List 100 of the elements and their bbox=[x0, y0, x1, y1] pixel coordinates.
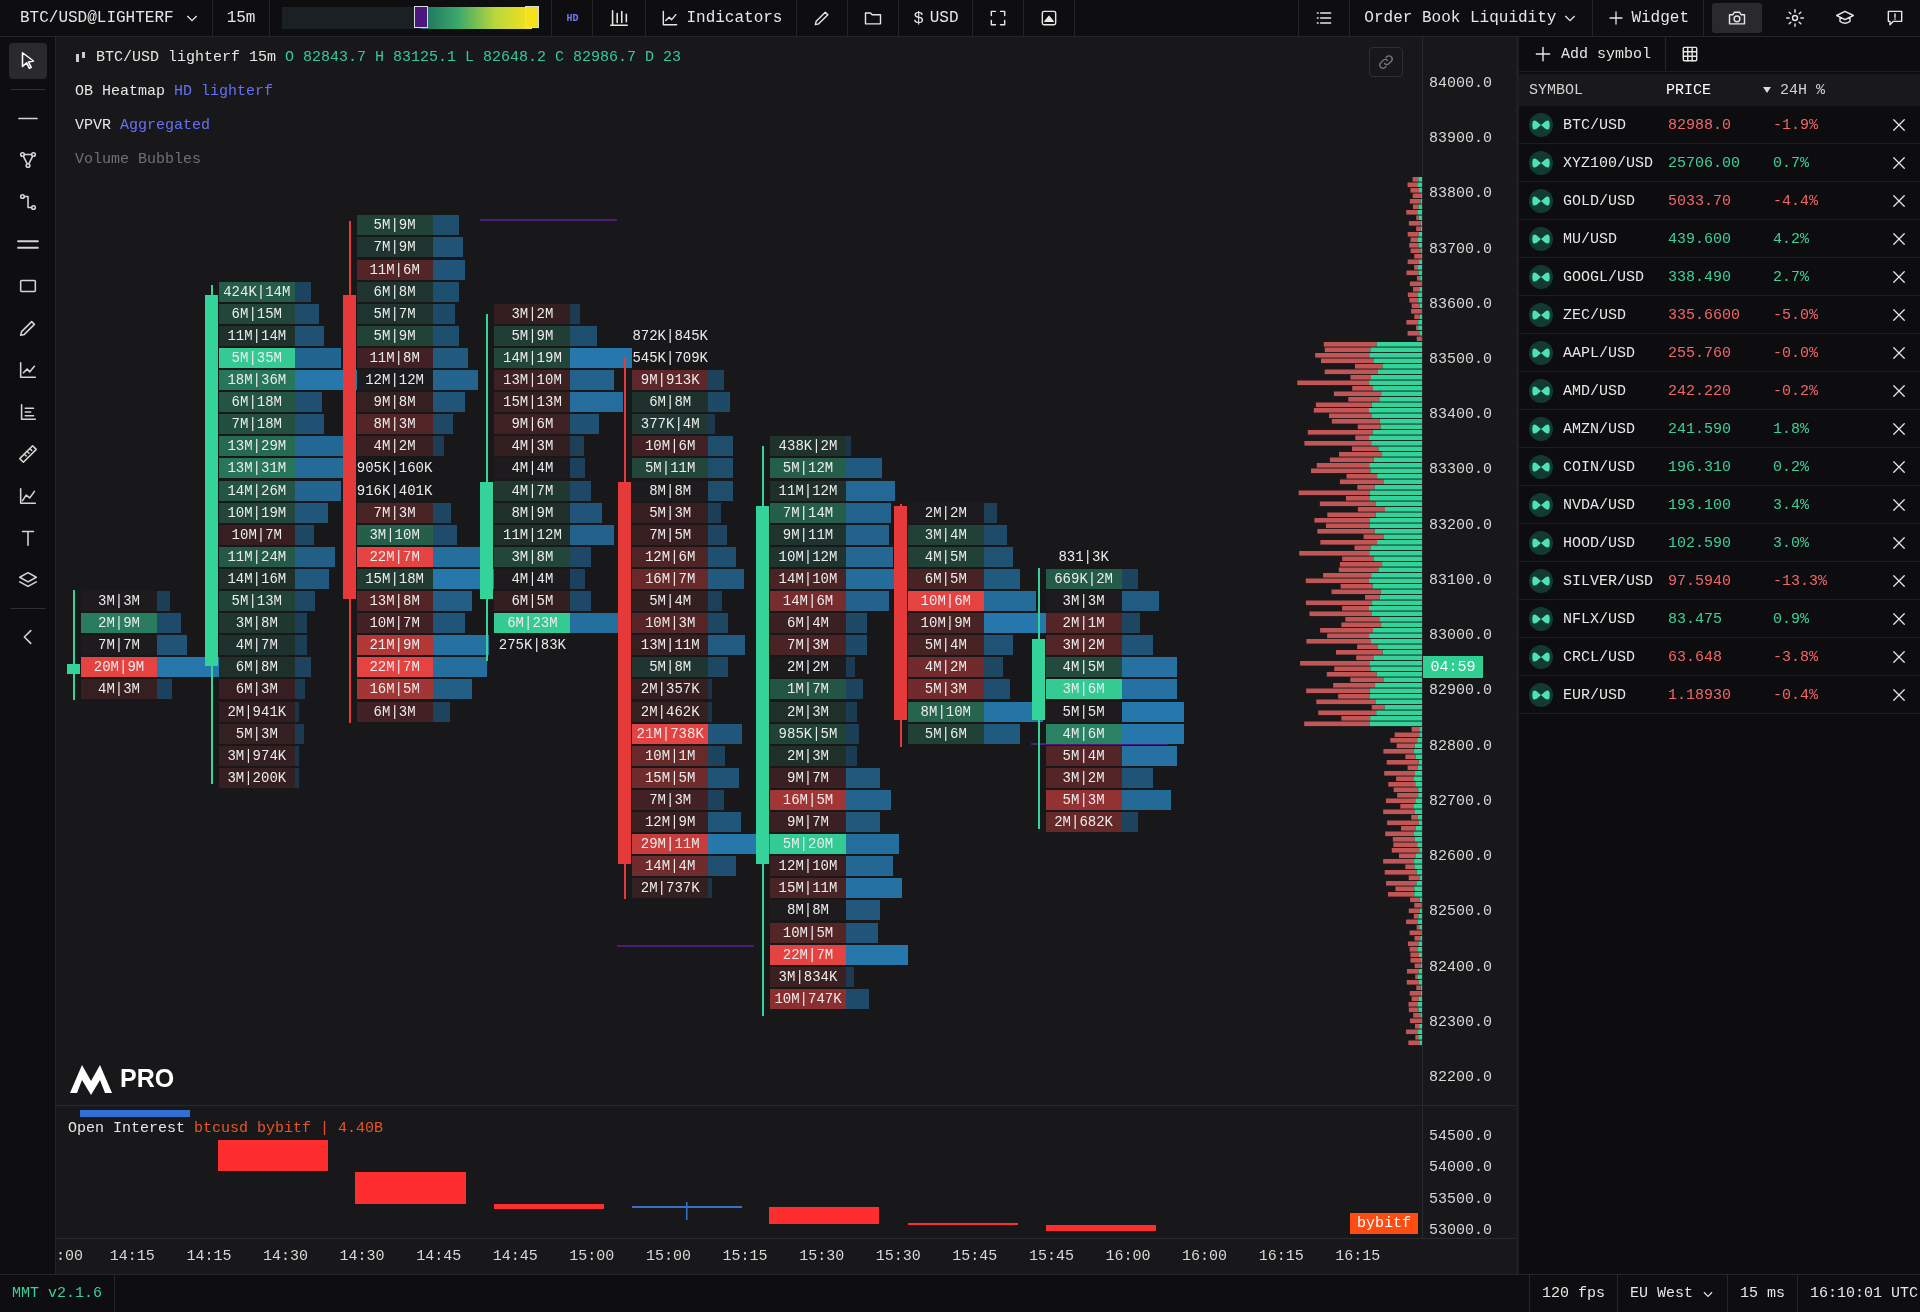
footprint-cell: 29M|11M bbox=[632, 834, 709, 855]
footprint-cell: 5M|3M bbox=[907, 679, 984, 700]
footprint-cell: 15M|18M bbox=[356, 568, 433, 589]
footprint-cell: 4M|2M bbox=[356, 436, 433, 457]
watchlist-row[interactable]: NVDA/USD 193.100 3.4% bbox=[1519, 487, 1920, 524]
footprint-cell: 2M|737K bbox=[632, 878, 709, 899]
watchlist-row[interactable]: ZEC/USD 335.6600 -5.0% bbox=[1519, 297, 1920, 334]
symbol-name: GOLD/USD bbox=[1563, 192, 1636, 210]
price-label: 84000.0 bbox=[1429, 74, 1493, 92]
layout-menu[interactable]: Order Book Liquidity bbox=[1350, 0, 1593, 37]
exchange-tag: bybitf bbox=[1350, 1213, 1419, 1234]
footprint-cell: 4M|7M bbox=[494, 480, 571, 501]
footprint-cell: 3M|974K bbox=[218, 745, 295, 766]
footprint-cell: 4M|6M bbox=[1045, 723, 1122, 744]
footprint-cell: 6M|5M bbox=[907, 568, 984, 589]
footprint-cell: 7M|7M bbox=[81, 635, 157, 656]
indicator-name[interactable]: OB Heatmap bbox=[75, 83, 165, 100]
watchlist-row[interactable]: HOOD/USD 102.590 3.0% bbox=[1519, 525, 1920, 562]
symbol-selector[interactable]: BTC/USD@LIGHTERF bbox=[0, 0, 212, 37]
indicator-name[interactable]: Open Interest bbox=[68, 1120, 186, 1137]
symbol-name: HOOD/USD bbox=[1563, 534, 1636, 552]
interval-selector[interactable]: 15m bbox=[212, 0, 270, 37]
column-header[interactable]: 24H % bbox=[1780, 81, 1825, 99]
widget-button[interactable]: Widget bbox=[1593, 0, 1703, 37]
footprint-cell: 13M|10M bbox=[494, 370, 571, 390]
footprint-cell: 10M|1M bbox=[632, 745, 709, 766]
footprint-cell: 6M|3M bbox=[218, 679, 295, 700]
time-label: 14:15 bbox=[185, 1248, 233, 1265]
time-label: 14:15 bbox=[108, 1248, 156, 1265]
footprint-cell: 14M|10M bbox=[770, 568, 846, 589]
price-label: 54000.0 bbox=[1429, 1159, 1493, 1177]
indicator-source: btcusd bybitf | 4.40B bbox=[194, 1120, 384, 1137]
symbol-name: AMZN/USD bbox=[1563, 420, 1636, 438]
footprint-cell: 10M|747K bbox=[770, 988, 846, 1009]
add-symbol-button[interactable]: Add symbol bbox=[1519, 37, 1666, 71]
footprint-cell: 2M|2M bbox=[770, 657, 846, 678]
time-label: 14:45 bbox=[491, 1248, 539, 1265]
footprint-cell: 3M|10M bbox=[356, 524, 433, 545]
watchlist-row[interactable]: SILVER/USD 97.5940 -13.3% bbox=[1519, 563, 1920, 600]
symbol-name: NFLX/USD bbox=[1563, 610, 1636, 628]
footprint-cell: 3M|3M bbox=[81, 591, 157, 611]
hd-toggle[interactable]: HD bbox=[552, 0, 593, 37]
watchlist-row[interactable]: GOOGL/USD 338.490 2.7% bbox=[1519, 259, 1920, 296]
footprint-cell: 20M|9M bbox=[81, 657, 157, 678]
time-label: 15:30 bbox=[874, 1248, 922, 1265]
latency-label: 15 ms bbox=[1726, 1275, 1797, 1312]
change-value: 0.2% bbox=[1773, 458, 1810, 476]
footprint-cell: 3M|2M bbox=[1045, 767, 1122, 788]
change-value: -1.9% bbox=[1773, 116, 1819, 134]
watchlist-row[interactable]: NFLX/USD 83.475 0.9% bbox=[1519, 601, 1920, 638]
watchlist-row[interactable]: COIN/USD 196.310 0.2% bbox=[1519, 449, 1920, 486]
price-label: 82300.0 bbox=[1429, 1013, 1493, 1031]
watchlist-row[interactable]: AMZN/USD 241.590 1.8% bbox=[1519, 411, 1920, 448]
footprint-cell: 9M|913K bbox=[632, 370, 709, 390]
currency-button[interactable]: $ USD bbox=[899, 0, 973, 37]
watchlist-row[interactable]: AAPL/USD 255.760 -0.0% bbox=[1519, 335, 1920, 372]
watchlist-row[interactable]: EUR/USD 1.18930 -0.4% bbox=[1519, 677, 1920, 714]
price-label: 82500.0 bbox=[1429, 903, 1493, 921]
watchlist-row[interactable]: BTC/USD 82988.0 -1.9% bbox=[1519, 107, 1920, 144]
symbol-name: CRCL/USD bbox=[1563, 648, 1636, 666]
footprint-cell: 13M|11M bbox=[632, 635, 709, 656]
footprint-cell: 4M|4M bbox=[494, 568, 571, 589]
symbol-name: COIN/USD bbox=[1563, 458, 1636, 476]
price-label: 82900.0 bbox=[1429, 682, 1493, 700]
footprint-cell: 377K|4M bbox=[632, 414, 709, 435]
footprint-cell: 14M|16M bbox=[218, 568, 295, 589]
footprint-cell: 4M|5M bbox=[907, 546, 984, 567]
footprint-cell: 8M|9M bbox=[494, 502, 571, 523]
price-label: 83700.0 bbox=[1429, 240, 1493, 258]
fps-label: 120 fps bbox=[1528, 1275, 1617, 1312]
price-label: 83200.0 bbox=[1429, 516, 1493, 534]
footprint-cell: 8M|8M bbox=[770, 900, 846, 921]
indicator-name[interactable]: VPVR bbox=[75, 117, 111, 134]
region-selector[interactable]: EU West bbox=[1616, 1275, 1727, 1312]
column-header[interactable]: SYMBOL bbox=[1529, 81, 1583, 99]
price-value: 25706.00 bbox=[1668, 154, 1741, 172]
watchlist-row[interactable]: MU/USD 439.600 4.2% bbox=[1519, 221, 1920, 258]
price-label: 83300.0 bbox=[1429, 461, 1493, 479]
change-value: -4.4% bbox=[1773, 192, 1819, 210]
footprint-cell: 5M|5M bbox=[1045, 701, 1122, 722]
footprint-cell: 6M|8M bbox=[356, 281, 433, 302]
footprint-cell-text: 916K|401K bbox=[356, 481, 433, 501]
footprint-cell: 2M|2M bbox=[907, 502, 984, 523]
change-value: 1.8% bbox=[1773, 420, 1810, 438]
price-label: 53500.0 bbox=[1429, 1190, 1493, 1208]
footprint-cell: 5M|4M bbox=[1045, 745, 1122, 766]
watchlist-row[interactable]: XYZ100/USD 25706.00 0.7% bbox=[1519, 145, 1920, 182]
price-value: 439.600 bbox=[1668, 230, 1732, 248]
indicators-button[interactable]: Indicators bbox=[646, 0, 797, 37]
footprint-cell-text: 905K|160K bbox=[356, 459, 433, 479]
watchlist-row[interactable]: CRCL/USD 63.648 -3.8% bbox=[1519, 639, 1920, 676]
column-header[interactable]: PRICE bbox=[1666, 81, 1711, 99]
footprint-cell: 5M|4M bbox=[907, 635, 984, 656]
price-label: 83000.0 bbox=[1429, 627, 1493, 645]
footprint-cell: 16M|7M bbox=[632, 568, 709, 589]
indicator-name[interactable]: Volume Bubbles bbox=[75, 151, 202, 168]
watchlist-row[interactable]: AMD/USD 242.220 -0.2% bbox=[1519, 373, 1920, 410]
footprint-cell: 16M|5M bbox=[770, 789, 846, 810]
footprint-cell: 11M|14M bbox=[218, 325, 295, 346]
watchlist-row[interactable]: GOLD/USD 5033.70 -4.4% bbox=[1519, 183, 1920, 220]
